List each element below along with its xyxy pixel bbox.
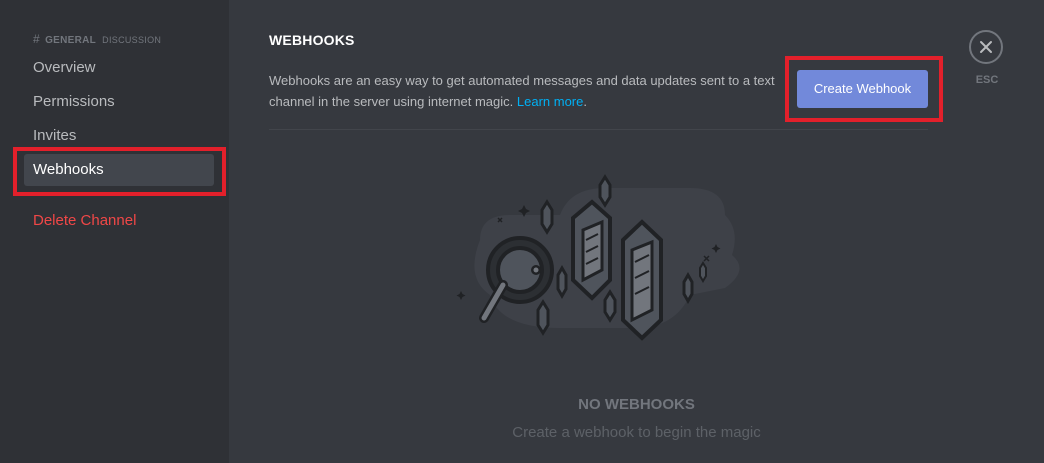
description-end: .: [583, 94, 587, 109]
channel-header: # GENERAL DISCUSSION: [33, 32, 161, 46]
create-webhook-button[interactable]: Create Webhook: [797, 70, 928, 108]
channel-category: DISCUSSION: [102, 35, 162, 45]
hash-icon: #: [33, 32, 40, 46]
sidebar-item-invites[interactable]: Invites: [24, 120, 214, 152]
close-button[interactable]: [969, 30, 1003, 64]
learn-more-link[interactable]: Learn more: [517, 94, 583, 109]
sidebar-item-permissions[interactable]: Permissions: [24, 86, 214, 118]
page-title: WEBHOOKS: [269, 32, 355, 48]
webhook-empty-state-illustration: [456, 174, 740, 341]
sidebar-item-overview[interactable]: Overview: [24, 52, 214, 84]
channel-name: GENERAL: [45, 35, 97, 46]
close-icon: [980, 41, 992, 53]
sidebar-item-delete-channel[interactable]: Delete Channel: [24, 205, 214, 237]
empty-state-subtitle: Create a webhook to begin the magic: [512, 424, 761, 441]
webhooks-description: Webhooks are an easy way to get automate…: [269, 70, 789, 112]
esc-label: ESC: [975, 74, 999, 86]
sidebar-item-webhooks[interactable]: Webhooks: [24, 154, 214, 186]
settings-sidebar: # GENERAL DISCUSSION Overview Permission…: [0, 0, 229, 463]
empty-state-title: NO WEBHOOKS: [578, 396, 695, 413]
header-divider: [269, 129, 928, 130]
